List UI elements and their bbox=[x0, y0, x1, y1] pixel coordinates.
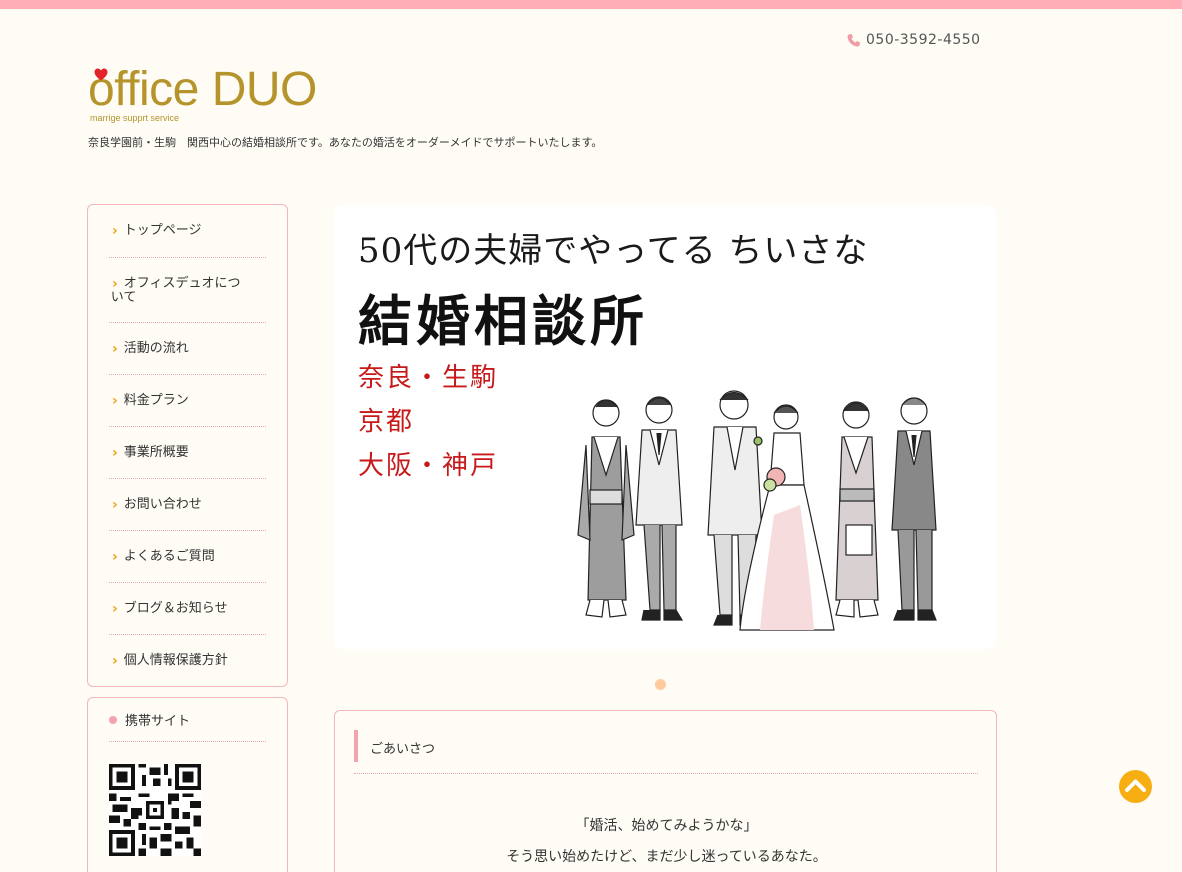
chevron-right-icon: › bbox=[112, 653, 118, 669]
logo-subtitle: marrige supprt service bbox=[90, 113, 180, 123]
nav-label: 活動の流れ bbox=[123, 341, 189, 356]
nav-item-pricing[interactable]: › 料金プラン bbox=[109, 375, 266, 427]
hero-slide[interactable]: 50代の夫婦でやってる ちいさな 結婚相談所 奈良・生駒 京都 大阪・神戸 bbox=[334, 205, 996, 649]
nav-item-top[interactable]: › トップページ bbox=[109, 205, 266, 258]
chevron-right-icon: › bbox=[112, 549, 118, 565]
phone-text: 050-3592-4550 bbox=[866, 32, 981, 48]
mobile-site-heading: 携帯サイト bbox=[109, 698, 266, 742]
chevron-right-icon: › bbox=[112, 601, 118, 617]
hero-title: 結婚相談所 bbox=[358, 289, 648, 353]
hero-area-1: 奈良・生駒 bbox=[358, 363, 499, 393]
chevron-right-icon: › bbox=[112, 276, 118, 292]
qr-code[interactable] bbox=[109, 764, 201, 856]
wedding-family-illustration bbox=[577, 390, 937, 631]
mobile-site-title: 携帯サイト bbox=[125, 714, 191, 729]
chevron-right-icon: › bbox=[112, 445, 118, 461]
nav-label: トップページ bbox=[123, 223, 202, 238]
nav-item-office[interactable]: › 事業所概要 bbox=[109, 427, 266, 479]
chevron-right-icon: › bbox=[112, 223, 118, 239]
sidebar-nav: › トップページ › オフィスデュオにつ いて › 活動の流れ › 料金プラン … bbox=[87, 204, 288, 687]
nav-item-privacy[interactable]: › 個人情報保護方針 bbox=[109, 635, 266, 687]
logo-main: office DUO bbox=[88, 63, 317, 116]
nav-label: 料金プラン bbox=[123, 393, 189, 408]
greeting-line-1: 「婚活、始めてみようかな」 bbox=[575, 818, 758, 834]
chevron-right-icon: › bbox=[112, 341, 118, 357]
mobile-site-box: 携帯サイト bbox=[87, 697, 288, 872]
back-to-top-button[interactable] bbox=[1119, 770, 1152, 803]
nav-item-faq[interactable]: › よくあるご質問 bbox=[109, 531, 266, 583]
greeting-line-2: そう思い始めたけど、まだ少し迷っているあなた。 bbox=[506, 849, 827, 865]
top-accent-bar bbox=[0, 0, 1182, 9]
nav-label: オフィスデュオにつ bbox=[123, 276, 241, 291]
heading-accent-bar bbox=[354, 730, 358, 762]
chevron-up-icon bbox=[1125, 779, 1146, 792]
chevron-right-icon: › bbox=[112, 497, 118, 513]
hero-headline: 50代の夫婦でやってる ちいさな bbox=[358, 231, 869, 271]
nav-label: ブログ＆お知らせ bbox=[123, 601, 228, 616]
nav-label: 個人情報保護方針 bbox=[123, 653, 228, 668]
nav-label-cont: いて bbox=[110, 290, 137, 305]
greeting-section: ごあいさつ 「婚活、始めてみようかな」 そう思い始めたけど、まだ少し迷っているあ… bbox=[334, 710, 997, 872]
bullet-icon bbox=[109, 715, 117, 724]
site-logo[interactable]: office DUO marrige supprt service bbox=[88, 62, 328, 128]
greeting-heading: ごあいさつ bbox=[354, 730, 978, 774]
nav-label: よくあるご質問 bbox=[123, 549, 215, 564]
chevron-right-icon: › bbox=[112, 393, 118, 409]
hero-area-3: 大阪・神戸 bbox=[358, 451, 499, 481]
phone-number[interactable]: 050-3592-4550 bbox=[846, 32, 981, 48]
site-tagline: 奈良学園前・生駒 関西中心の結婚相談所です。あなたの婚活をオーダーメイドでサポー… bbox=[88, 136, 603, 149]
nav-label: お問い合わせ bbox=[123, 497, 202, 512]
nav-item-blog[interactable]: › ブログ＆お知らせ bbox=[109, 583, 266, 635]
hero-area-2: 京都 bbox=[358, 407, 415, 437]
phone-icon bbox=[847, 33, 861, 47]
slider-dot[interactable] bbox=[655, 679, 666, 690]
nav-item-about[interactable]: › オフィスデュオにつ いて bbox=[109, 258, 266, 323]
nav-label: 事業所概要 bbox=[123, 445, 189, 460]
greeting-title: ごあいさつ bbox=[370, 742, 436, 757]
nav-item-flow[interactable]: › 活動の流れ bbox=[109, 323, 266, 375]
nav-item-contact[interactable]: › お問い合わせ bbox=[109, 479, 266, 531]
heart-icon bbox=[94, 68, 108, 81]
